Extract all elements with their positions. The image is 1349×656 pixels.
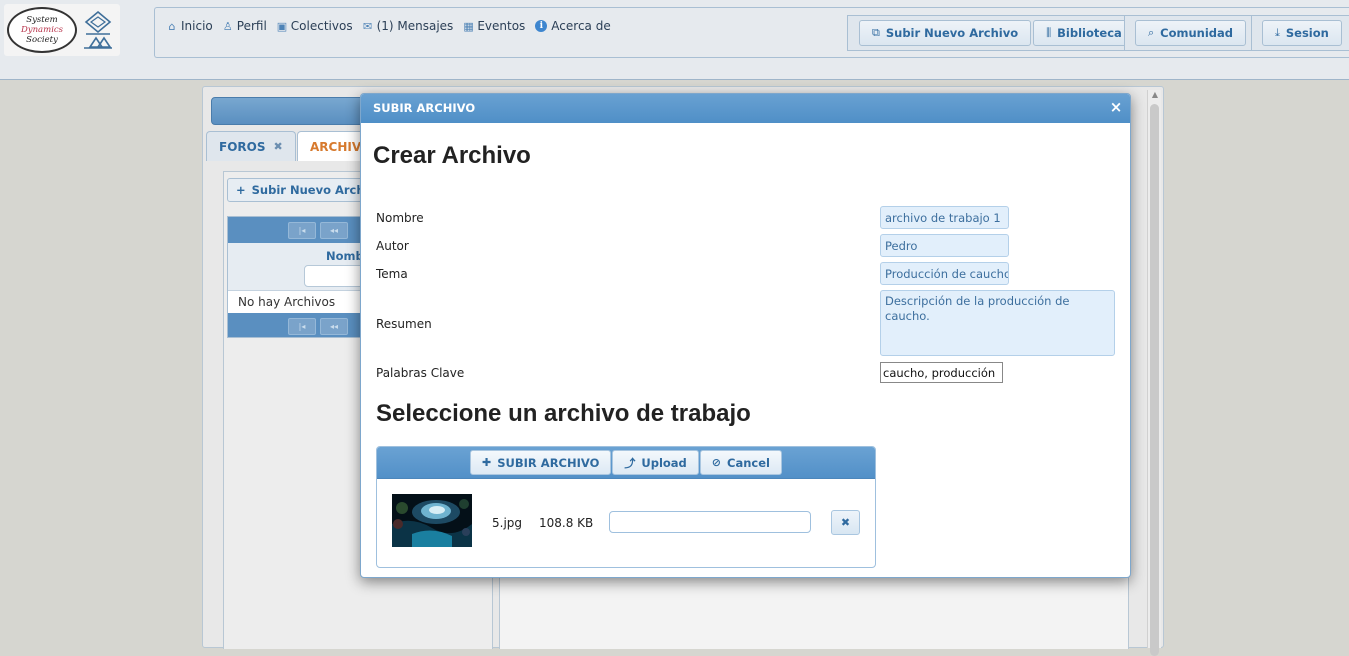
upload-button[interactable]: ⤴ Upload — [612, 450, 699, 475]
file-uploader: ✚ SUBIR ARCHIVO ⤴ Upload ⊘ Cancel 5.jpg … — [376, 446, 876, 568]
nombre-field[interactable]: archivo de trabajo 1 — [880, 206, 1009, 229]
subir-archivo-dialog: SUBIR ARCHIVO × Crear Archivo Nombre arc… — [360, 93, 1131, 578]
nav-eventos[interactable]: ▦ Eventos — [463, 19, 525, 33]
group-card-icon: ▣ — [276, 19, 288, 33]
calendar-icon: ▦ — [463, 19, 474, 33]
tema-label: Tema — [376, 267, 408, 281]
button-label: Cancel — [727, 455, 770, 470]
remove-file-button[interactable]: ✖ — [831, 510, 860, 535]
palabras-clave-field[interactable]: caucho, producción — [880, 362, 1003, 383]
vertical-scrollbar[interactable]: ▲ — [1147, 90, 1161, 656]
close-tab-icon[interactable]: ✖ — [273, 140, 282, 153]
prev-page-icon[interactable]: ◂◂ — [320, 317, 348, 335]
file-thumbnail — [392, 494, 472, 547]
form-heading: Crear Archivo — [373, 142, 531, 169]
nav-label: Acerca de — [551, 19, 611, 33]
cancel-circle-icon: ⊘ — [711, 456, 721, 469]
community-button-group: ⌕ Comunidad — [1124, 15, 1252, 51]
sesion-button[interactable]: ⤓ Sesion — [1262, 20, 1342, 46]
file-name: 5.jpg — [492, 516, 523, 530]
logo-line-3: Society — [26, 35, 58, 45]
biblioteca-button[interactable]: ⫼ Biblioteca — [1033, 20, 1135, 46]
download-icon: ⤓ — [1275, 26, 1280, 39]
nav-label: Eventos — [477, 19, 526, 33]
button-label: Comunidad — [1160, 26, 1234, 40]
nav-perfil[interactable]: ♙ Perfil — [223, 19, 267, 33]
subir-archivo-button[interactable]: ✚ SUBIR ARCHIVO — [470, 450, 612, 475]
nombre-label: Nombre — [376, 211, 424, 225]
autor-field[interactable]: Pedro — [880, 234, 1009, 257]
grid-pager-top: |◂ ◂◂ — [228, 217, 366, 243]
column-filter-input[interactable] — [304, 265, 366, 287]
button-label: Biblioteca — [1057, 26, 1122, 40]
tema-field[interactable]: Producción de caucho — [880, 262, 1009, 285]
grid-column-header: Nombre — [228, 243, 366, 291]
nav-label: Inicio — [181, 19, 213, 33]
logo-line-1: System — [26, 15, 58, 25]
home-icon: ⌂ — [168, 19, 176, 33]
scroll-up-icon[interactable]: ▲ — [1150, 90, 1160, 102]
button-label: SUBIR ARCHIVO — [497, 455, 600, 470]
subir-nuevo-archivo-button[interactable]: ⧉ Subir Nuevo Archivo — [859, 20, 1032, 46]
cancel-button[interactable]: ⊘ Cancel — [699, 450, 782, 475]
tab-label: FOROS — [219, 139, 266, 154]
section-heading: Seleccione un archivo de trabajo — [376, 400, 751, 427]
file-description-input[interactable] — [609, 511, 811, 533]
tab-foros[interactable]: FOROS ✖ — [206, 131, 296, 161]
upload-file-row: 5.jpg 108.8 KB ✖ — [377, 479, 875, 567]
nav-colectivos[interactable]: ▣ Colectivos — [277, 19, 353, 33]
library-icon: ⫼ — [1046, 26, 1052, 39]
button-label: Upload — [641, 455, 687, 470]
autor-label: Autor — [376, 239, 409, 253]
nav-label: Colectivos — [290, 19, 353, 33]
grid-pager-bottom: |◂ ◂◂ — [228, 313, 366, 337]
nav-inicio[interactable]: ⌂ Inicio — [167, 19, 213, 33]
prev-page-icon[interactable]: ◂◂ — [320, 221, 348, 239]
society-emblem-icon — [84, 10, 112, 49]
plus-icon: + — [236, 183, 246, 197]
files-grid: |◂ ◂◂ Nombre No hay Archivos |◂ ◂◂ — [227, 216, 367, 338]
logo-line-2: Dynamics — [20, 25, 64, 35]
dialog-title: SUBIR ARCHIVO — [373, 101, 476, 115]
first-page-icon[interactable]: |◂ — [288, 317, 316, 335]
plus-icon: ✚ — [482, 456, 492, 469]
logo-text: System Dynamics Society — [7, 7, 77, 53]
close-icon[interactable]: × — [1108, 99, 1124, 115]
close-icon: ✖ — [840, 516, 851, 529]
dialog-titlebar[interactable]: SUBIR ARCHIVO — [361, 94, 1130, 123]
site-logo[interactable]: System Dynamics Society — [4, 4, 120, 56]
search-icon: ⌕ — [1148, 26, 1155, 39]
scrollbar-thumb[interactable] — [1150, 104, 1159, 656]
uploader-toolbar: ✚ SUBIR ARCHIVO ⤴ Upload ⊘ Cancel — [377, 447, 875, 479]
palabras-clave-label: Palabras Clave — [376, 366, 465, 380]
resumen-label: Resumen — [376, 317, 432, 331]
app-header: System Dynamics Society ⌂ Inicio ♙ Perfi… — [0, 0, 1349, 80]
mail-icon: ✉ — [362, 19, 373, 33]
info-icon: i — [535, 20, 548, 32]
empty-message: No hay Archivos — [238, 295, 336, 309]
session-button-group: ⤓ Sesion — [1251, 15, 1349, 51]
user-icon: ♙ — [222, 19, 233, 33]
empty-row: No hay Archivos — [228, 291, 366, 313]
nav-label: (1) Mensajes — [376, 19, 454, 33]
first-page-icon[interactable]: |◂ — [288, 221, 316, 239]
nav-label: Perfil — [236, 19, 267, 33]
file-button-group: ⧉ Subir Nuevo Archivo ⫼ Biblioteca — [847, 15, 1135, 51]
resumen-textarea[interactable]: Descripción de la producción de caucho. — [880, 290, 1115, 356]
upload-file-icon: ⧉ — [872, 26, 880, 39]
nav-mensajes[interactable]: ✉ (1) Mensajes — [362, 19, 454, 33]
file-size: 108.8 KB — [539, 516, 594, 530]
button-label: Subir Nuevo Archivo — [885, 26, 1019, 40]
upload-arrow-icon: ⤴ — [624, 456, 636, 470]
nav-acerca[interactable]: i Acerca de — [535, 19, 611, 33]
comunidad-button[interactable]: ⌕ Comunidad — [1135, 20, 1247, 46]
button-label: Sesion — [1285, 26, 1329, 40]
